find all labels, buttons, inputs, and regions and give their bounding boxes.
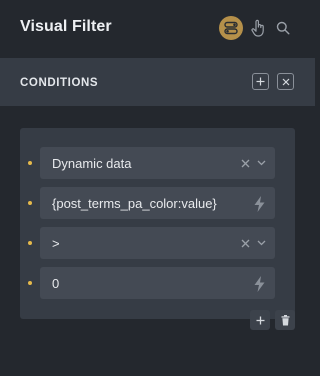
row-bullet [28,161,32,165]
input-value: {post_terms_pa_color:value} [52,196,217,211]
conditions-title: CONDITIONS [20,77,99,89]
lightning-icon[interactable] [252,195,266,212]
row-bullet [28,241,32,245]
input-value: 0 [52,276,60,291]
delete-condition-button[interactable] [275,310,295,330]
close-icon [282,78,289,85]
select-value: > [52,236,60,251]
close-conditions-button[interactable] [277,73,294,90]
operator-select[interactable]: > [40,227,275,259]
plus-icon [256,77,265,86]
add-condition-row-button[interactable] [250,310,270,330]
panel-header: Visual Filter [0,0,315,58]
select-value: Dynamic data [52,156,132,171]
plus-icon [256,316,264,324]
panel-title: Visual Filter [20,18,112,35]
clear-icon[interactable] [239,237,251,249]
toggle-icon[interactable] [219,16,243,40]
chevron-down-icon[interactable] [255,157,267,169]
clear-icon[interactable] [239,157,251,169]
dynamic-data-select[interactable]: Dynamic data [40,147,275,179]
chevron-down-icon[interactable] [255,237,267,249]
search-icon[interactable] [274,19,292,37]
row-bullet [28,201,32,205]
lightning-icon[interactable] [252,275,266,292]
dynamic-value-input[interactable]: {post_terms_pa_color:value} [40,187,275,219]
add-condition-button[interactable] [252,73,269,90]
hand-pointer-icon[interactable] [248,17,268,39]
compare-value-input[interactable]: 0 [40,267,275,299]
trash-icon [281,314,289,325]
row-bullet [28,281,32,285]
